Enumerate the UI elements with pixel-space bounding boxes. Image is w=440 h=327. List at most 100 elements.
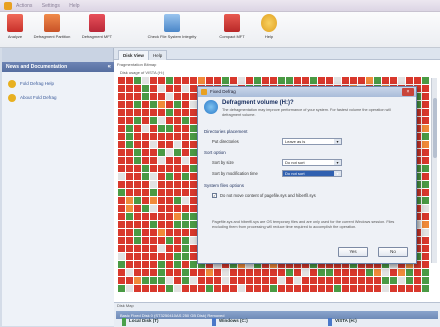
disk-windows-name: Windows (C:)	[219, 318, 248, 323]
app-window: Actions Settings Help Analyze Defragment…	[0, 0, 440, 327]
help-label: Help	[264, 34, 274, 39]
vertical-scrollbar[interactable]	[431, 78, 437, 263]
dialog-heading: Defragment volume (H:)?	[222, 100, 294, 106]
map-cell	[158, 101, 165, 108]
defragment-mft-button[interactable]: Defragment MFT	[78, 14, 116, 39]
defragment-partition-icon	[44, 14, 60, 32]
menu-item-help[interactable]: Help	[69, 3, 79, 9]
map-cell	[174, 261, 181, 268]
map-cell	[142, 221, 149, 228]
tab-help[interactable]: Help	[148, 50, 168, 60]
map-cell	[302, 77, 309, 84]
map-cell	[414, 77, 421, 84]
map-cell	[182, 101, 189, 108]
defragment-partition-button[interactable]: Defragment Partition	[30, 14, 74, 39]
scrollbar-thumb[interactable]	[433, 98, 437, 158]
disk-vista[interactable]: VISTA (H:)	[328, 318, 357, 327]
map-cell	[174, 165, 181, 172]
sidebar: News and Documentation « Fold Defrag Hel…	[2, 48, 114, 326]
map-cell	[142, 157, 149, 164]
map-cell	[342, 277, 349, 284]
check-integrity-icon	[164, 14, 180, 32]
put-directories-select[interactable]: Leave as is ▾	[282, 138, 342, 145]
map-cell	[118, 189, 125, 196]
map-cell	[134, 285, 141, 292]
no-button[interactable]: No	[378, 247, 408, 257]
map-cell	[174, 205, 181, 212]
tab-bar: Disk View Help	[114, 48, 440, 60]
map-cell	[182, 141, 189, 148]
map-cell	[142, 197, 149, 204]
map-cell	[246, 277, 253, 284]
map-cell	[150, 181, 157, 188]
map-cell	[118, 285, 125, 292]
map-cell	[398, 269, 405, 276]
sort-by-size-select[interactable]: Do not sort ▾	[282, 159, 342, 166]
map-cell	[270, 277, 277, 284]
map-cell	[422, 101, 429, 108]
map-cell	[158, 157, 165, 164]
group-sort-label: Sort option	[204, 150, 226, 155]
map-cell	[246, 285, 253, 292]
defragment-mft-label: Defragment MFT	[81, 34, 113, 39]
map-cell	[190, 149, 197, 156]
help-button[interactable]: Help	[258, 14, 280, 39]
disk-windows[interactable]: Windows (C:)	[212, 318, 248, 327]
map-cell	[214, 285, 221, 292]
yes-button[interactable]: Yes	[338, 247, 368, 257]
map-cell	[422, 149, 429, 156]
map-cell	[422, 197, 429, 204]
sidebar-link-about[interactable]: About Fold Defrag	[8, 94, 57, 102]
map-cell	[118, 205, 125, 212]
map-cell	[126, 213, 133, 220]
sidebar-link-help[interactable]: Fold Defrag Help	[8, 80, 54, 88]
map-cell	[158, 133, 165, 140]
close-icon[interactable]: ×	[402, 88, 414, 96]
map-cell	[182, 165, 189, 172]
map-cell	[150, 149, 157, 156]
analyze-button[interactable]: Analyze	[3, 14, 27, 39]
exclude-pagefile-checkbox[interactable]: ✓ Do not move content of pagefile.sys and…	[212, 193, 316, 199]
map-cell	[182, 117, 189, 124]
map-cell	[190, 101, 197, 108]
map-cell	[190, 205, 197, 212]
map-cell	[238, 77, 245, 84]
map-cell	[118, 117, 125, 124]
tab-disk-view[interactable]: Disk View	[118, 50, 149, 60]
map-cell	[158, 237, 165, 244]
map-cell	[142, 245, 149, 252]
map-cell	[422, 261, 429, 268]
menu-bar: Actions Settings Help	[16, 3, 88, 9]
group-placement-label: Directories placement	[204, 129, 248, 134]
map-cell	[150, 77, 157, 84]
disk-bar: Basic Fixed Disk 0 (ST3250410AS 250 GB D…	[116, 311, 438, 319]
map-cell	[150, 109, 157, 116]
map-cell	[262, 77, 269, 84]
collapse-icon[interactable]: «	[108, 64, 111, 70]
map-cell	[126, 173, 133, 180]
check-integrity-button[interactable]: Check File System Integrity	[138, 14, 206, 39]
disk-local[interactable]: Local Disk (T)	[122, 318, 159, 327]
map-cell	[158, 141, 165, 148]
map-cell	[286, 77, 293, 84]
map-cell	[142, 85, 149, 92]
menu-item-actions[interactable]: Actions	[16, 3, 32, 9]
map-cell	[126, 253, 133, 260]
map-cell	[126, 165, 133, 172]
disk-map-panel: Disk Map Basic Fixed Disk 0 (ST3250410AS…	[114, 302, 440, 327]
dialog-app-icon	[201, 89, 207, 95]
map-cell	[126, 157, 133, 164]
map-cell	[158, 117, 165, 124]
disk-windows-chart	[212, 318, 216, 326]
sort-by-modification-select[interactable]: Do not sort ▾	[282, 170, 342, 177]
map-cell	[182, 197, 189, 204]
map-cell	[190, 133, 197, 140]
map-cell	[262, 277, 269, 284]
map-cell	[422, 85, 429, 92]
compact-mft-button[interactable]: Compact MFT	[214, 14, 250, 39]
menu-item-settings[interactable]: Settings	[42, 3, 60, 9]
put-directories-label: Put directories	[212, 139, 239, 144]
dialog-header: Defragment volume (H:)? The defragmentat…	[204, 100, 410, 122]
map-cell	[134, 261, 141, 268]
map-cell	[366, 77, 373, 84]
